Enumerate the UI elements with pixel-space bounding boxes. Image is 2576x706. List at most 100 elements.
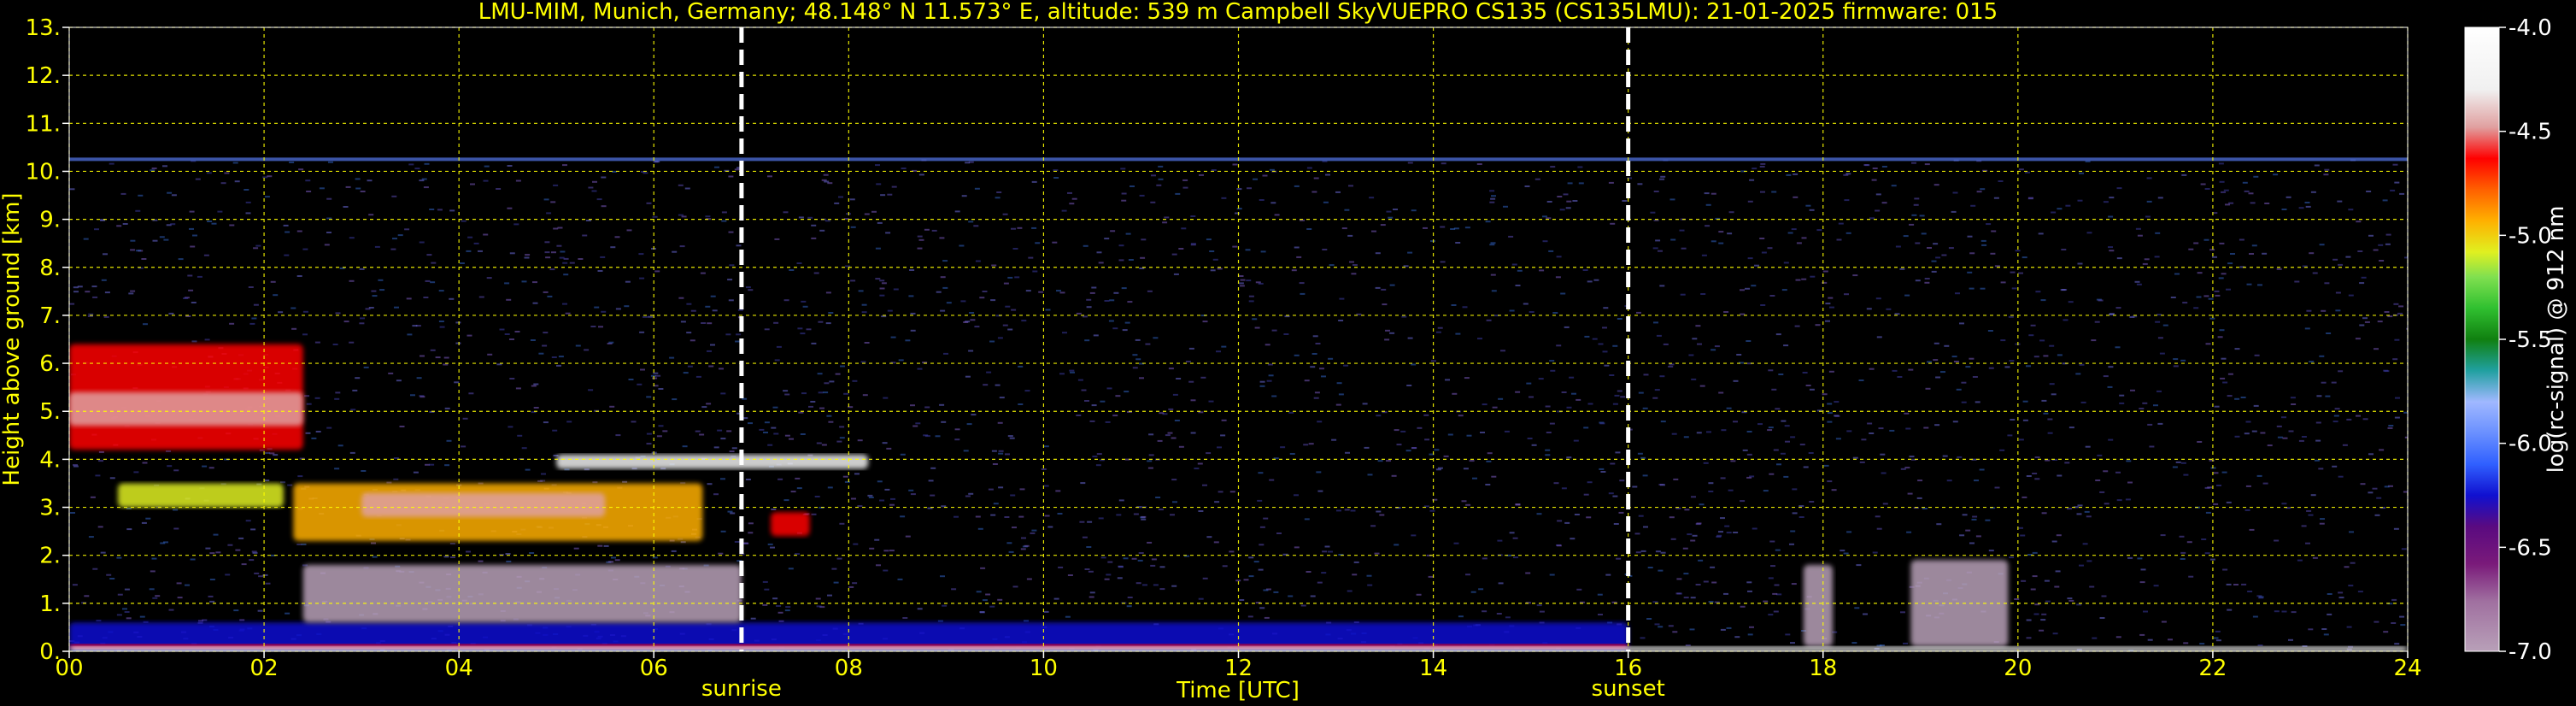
noise-speck — [1619, 479, 1625, 482]
noise-speck — [2301, 436, 2307, 438]
noise-speck — [2161, 621, 2167, 623]
noise-speck — [1560, 292, 1566, 295]
noise-speck — [1403, 265, 1409, 268]
noise-speck — [686, 303, 692, 305]
noise-speck — [2324, 168, 2330, 171]
noise-speck — [1118, 259, 1124, 262]
noise-speck — [1720, 517, 1725, 520]
noise-speck — [1659, 178, 1665, 180]
noise-speck — [461, 220, 466, 222]
noise-speck — [966, 423, 972, 426]
noise-speck — [1951, 210, 1957, 213]
noise-speck — [1010, 494, 1016, 497]
noise-speck — [2249, 528, 2255, 531]
noise-speck — [708, 365, 714, 368]
noise-speck — [1557, 520, 1563, 522]
noise-speck — [917, 368, 923, 370]
noise-speck — [1024, 390, 1030, 392]
noise-speck — [968, 221, 974, 223]
noise-speck — [225, 574, 231, 576]
noise-speck — [88, 536, 94, 538]
noise-speck — [982, 599, 988, 602]
noise-speck — [1319, 368, 1324, 370]
noise-speck — [2018, 168, 2024, 171]
noise-speck — [615, 308, 621, 310]
noise-speck — [170, 223, 176, 226]
noise-speck — [1434, 449, 1440, 451]
noise-speck — [2226, 288, 2231, 291]
noise-speck — [2312, 556, 2318, 559]
noise-speck — [721, 211, 727, 214]
noise-speck — [566, 421, 572, 423]
noise-speck — [979, 297, 985, 299]
noise-speck — [1106, 574, 1112, 576]
noise-speck — [1221, 197, 1227, 199]
noise-speck — [1206, 536, 1212, 538]
noise-speck — [2060, 289, 2066, 291]
noise-speck — [1542, 240, 1548, 243]
noise-speck — [720, 530, 726, 532]
noise-speck — [1652, 397, 1658, 399]
noise-speck — [646, 396, 652, 398]
noise-speck — [875, 247, 881, 250]
y-tick-label: 10. — [26, 159, 61, 185]
noise-speck — [2170, 297, 2176, 298]
noise-speck — [1886, 308, 1892, 310]
noise-speck — [1098, 517, 1104, 520]
noise-speck — [73, 465, 79, 468]
noise-speck — [790, 491, 796, 493]
noise-speck — [1104, 300, 1110, 302]
noise-speck — [1919, 215, 1925, 217]
noise-speck — [939, 403, 945, 406]
noise-speck — [1055, 490, 1061, 492]
noise-speck — [1861, 438, 1867, 441]
y-tick-label: 13. — [26, 15, 61, 41]
noise-speck — [104, 291, 110, 294]
noise-speck — [971, 414, 977, 416]
noise-speck — [653, 161, 659, 163]
noise-speck — [824, 382, 830, 385]
noise-speck — [2033, 356, 2039, 358]
noise-speck — [2252, 615, 2258, 618]
noise-speck — [257, 609, 263, 612]
noise-speck — [1122, 329, 1128, 332]
noise-speck — [652, 377, 658, 379]
noise-speck — [371, 542, 376, 544]
noise-speck — [1030, 532, 1036, 534]
noise-speck — [1490, 242, 1496, 244]
noise-speck — [1690, 539, 1696, 542]
noise-speck — [449, 543, 455, 544]
noise-speck — [2335, 291, 2341, 294]
noise-speck — [977, 527, 983, 530]
noise-speck — [337, 444, 343, 447]
noise-speck — [1924, 163, 1930, 166]
noise-speck — [1167, 432, 1173, 434]
noise-speck — [877, 221, 883, 224]
noise-speck — [998, 450, 1004, 452]
noise-speck — [302, 248, 308, 250]
noise-speck — [412, 325, 418, 327]
noise-speck — [1524, 185, 1530, 187]
noise-speck — [1386, 210, 1392, 213]
noise-speck — [2327, 613, 2332, 615]
noise-speck — [1012, 585, 1018, 588]
noise-speck — [1485, 221, 1491, 223]
noise-speck — [2301, 525, 2307, 527]
y-tick-label: 9. — [39, 208, 61, 233]
noise-speck — [1423, 227, 1428, 229]
noise-speck — [2356, 415, 2361, 417]
noise-speck — [2067, 508, 2072, 510]
noise-speck — [2126, 460, 2132, 462]
y-tick-label: 5. — [39, 399, 61, 425]
noise-speck — [1477, 338, 1482, 340]
noise-speck — [2082, 543, 2088, 545]
noise-speck — [249, 322, 255, 325]
noise-speck — [1487, 452, 1493, 455]
noise-speck — [2030, 324, 2036, 327]
noise-speck — [509, 338, 514, 340]
noise-speck — [1296, 256, 1302, 258]
noise-speck — [98, 460, 104, 462]
noise-speck — [924, 435, 930, 438]
noise-speck — [267, 175, 273, 178]
noise-speck — [1681, 247, 1687, 250]
